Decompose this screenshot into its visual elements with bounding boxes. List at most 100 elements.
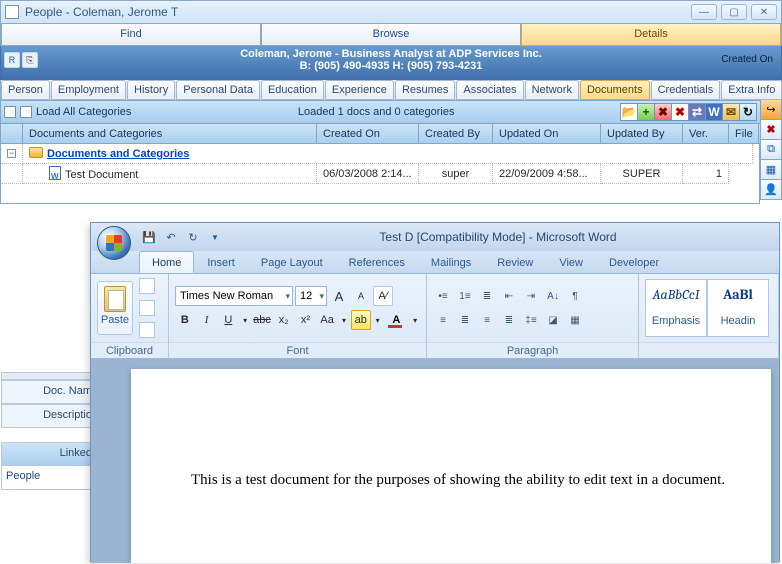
show-marks-button[interactable]: ¶ (565, 286, 585, 306)
tab-browse[interactable]: Browse (261, 24, 521, 46)
close-button[interactable]: ✕ (751, 4, 777, 20)
mail-icon[interactable]: ✉ (722, 103, 740, 121)
outdent-button[interactable]: ⇤ (499, 286, 519, 306)
subtab-employment[interactable]: Employment (51, 80, 126, 100)
col-created-on[interactable]: Created On (317, 124, 419, 143)
copy-icon-ribbon[interactable] (139, 300, 155, 316)
col-updated-on[interactable]: Updated On (493, 124, 601, 143)
qat-dropdown-icon[interactable]: ▼ (207, 229, 223, 245)
paste-button[interactable]: Paste (97, 281, 133, 335)
font-name-select[interactable]: Times New Roman (175, 286, 293, 306)
maximize-button[interactable]: ▢ (721, 4, 747, 20)
align-center-button[interactable]: ≣ (455, 310, 475, 330)
subscript-button[interactable]: x₂ (274, 310, 294, 330)
ribbon-tab-developer[interactable]: Developer (596, 251, 672, 273)
clear-format-icon[interactable]: A⁄ (373, 286, 393, 306)
borders-button[interactable]: ▦ (565, 310, 585, 330)
highlight-dropdown-icon[interactable]: ▾ (373, 310, 383, 330)
ribbon-tab-home[interactable]: Home (139, 251, 194, 273)
record-flag-r[interactable]: R (4, 52, 20, 68)
ribbon-tab-review[interactable]: Review (484, 251, 546, 273)
category-link[interactable]: Documents and Categories (47, 148, 189, 160)
subtab-network[interactable]: Network (525, 80, 579, 100)
tab-find[interactable]: Find (1, 24, 261, 46)
word-button[interactable]: W (705, 103, 723, 121)
bold-button[interactable]: B (175, 310, 195, 330)
cut-icon[interactable] (139, 278, 155, 294)
superscript-button[interactable]: x² (296, 310, 316, 330)
add-button[interactable]: + (637, 103, 655, 121)
minimize-button[interactable]: — (691, 4, 717, 20)
ribbon-tab-mailings[interactable]: Mailings (418, 251, 484, 273)
subtab-extra-info[interactable]: Extra Info (721, 80, 782, 100)
col-created-by[interactable]: Created By (419, 124, 493, 143)
align-left-button[interactable]: ≡ (433, 310, 453, 330)
subtab-person[interactable]: Person (1, 80, 50, 100)
justify-button[interactable]: ≣ (499, 310, 519, 330)
highlight-button[interactable]: ab (351, 310, 371, 330)
case-dropdown-icon[interactable]: ▾ (339, 310, 349, 330)
exit-icon[interactable]: ↪ (760, 100, 782, 120)
font-color-button[interactable]: A (385, 310, 409, 330)
qat-save-icon[interactable]: 💾 (141, 229, 157, 245)
col-file[interactable]: File (729, 124, 759, 143)
subtab-documents[interactable]: Documents (580, 80, 650, 100)
category-row[interactable]: − Documents and Categories (1, 144, 759, 164)
col-version[interactable]: Ver. (683, 124, 729, 143)
subtab-resumes[interactable]: Resumes (395, 80, 455, 100)
refresh-icon[interactable]: ↻ (739, 103, 757, 121)
subtab-associates[interactable]: Associates (456, 80, 523, 100)
strikethrough-button[interactable]: abc (252, 310, 272, 330)
numbering-button[interactable]: 1≡ (455, 286, 475, 306)
subtab-history[interactable]: History (127, 80, 175, 100)
move-button[interactable]: ⇄ (688, 103, 706, 121)
style-heading[interactable]: AaBl Headin (707, 279, 769, 337)
underline-button[interactable]: U (218, 310, 238, 330)
ribbon-tab-references[interactable]: References (336, 251, 418, 273)
page[interactable]: This is a test document for the purposes… (131, 369, 771, 563)
change-case-button[interactable]: Aa (317, 310, 337, 330)
table-row[interactable]: Test Document 06/03/2008 2:14... super 2… (1, 164, 759, 184)
col-updated-by[interactable]: Updated By (601, 124, 683, 143)
multilevel-button[interactable]: ≣ (477, 286, 497, 306)
linked-people[interactable]: People (1, 466, 97, 490)
word-titlebar[interactable]: 💾 ↶ ↻ ▼ Test D [Compatibility Mode] - Mi… (91, 223, 779, 251)
delete-button[interactable]: ✖ (654, 103, 672, 121)
clear-button[interactable]: ✖ (671, 103, 689, 121)
ribbon-tab-view[interactable]: View (546, 251, 596, 273)
col-expand[interactable] (1, 124, 23, 143)
shading-button[interactable]: ◪ (543, 310, 563, 330)
align-right-button[interactable]: ≡ (477, 310, 497, 330)
subtab-personal-data[interactable]: Personal Data (176, 80, 260, 100)
subtab-education[interactable]: Education (261, 80, 324, 100)
ribbon-tab-page-layout[interactable]: Page Layout (248, 251, 336, 273)
collapse-icon[interactable]: − (7, 149, 16, 158)
font-color-dropdown-icon[interactable]: ▾ (410, 310, 420, 330)
subtab-experience[interactable]: Experience (325, 80, 394, 100)
qat-redo-icon[interactable]: ↻ (185, 229, 201, 245)
open-folder-icon[interactable]: 📂 (620, 103, 638, 121)
font-size-select[interactable]: 12 (295, 286, 327, 306)
user-icon[interactable]: 👤 (760, 180, 782, 200)
sort-button[interactable]: A↓ (543, 286, 563, 306)
format-painter-icon[interactable] (139, 322, 155, 338)
qat-undo-icon[interactable]: ↶ (163, 229, 179, 245)
ribbon-tab-insert[interactable]: Insert (194, 251, 248, 273)
document-text[interactable]: This is a test document for the purposes… (191, 469, 743, 492)
bullets-button[interactable]: •≡ (433, 286, 453, 306)
line-spacing-button[interactable]: ‡≡ (521, 310, 541, 330)
italic-button[interactable]: I (197, 310, 217, 330)
style-emphasis[interactable]: AaBbCcI Emphasis (645, 279, 707, 337)
copy-icon[interactable]: ⧉ (760, 140, 782, 160)
load-all-checkbox[interactable] (20, 106, 32, 118)
grow-font-icon[interactable]: A (329, 286, 349, 306)
checkbox-a[interactable] (4, 106, 16, 118)
indent-button[interactable]: ⇥ (521, 286, 541, 306)
shrink-font-icon[interactable]: A (351, 286, 371, 306)
delete-icon[interactable]: ✖ (760, 120, 782, 140)
subtab-credentials[interactable]: Credentials (651, 80, 721, 100)
underline-dropdown-icon[interactable]: ▾ (240, 310, 250, 330)
clip-icon[interactable]: ⎘ (22, 52, 38, 68)
office-button[interactable] (97, 226, 131, 260)
tab-details[interactable]: Details (521, 24, 781, 46)
